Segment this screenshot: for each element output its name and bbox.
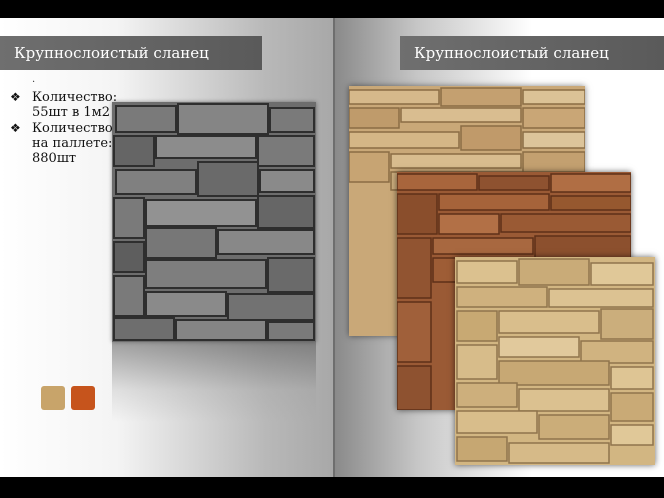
gray-slate-tile-image [112,102,316,342]
quantity-per-m2-text: Количество: 55шт в 1м2 [32,90,118,120]
stray-dot: . [32,74,36,85]
specs-list: ❖ Количество: 55шт в 1м2 ❖ Количество на… [10,90,122,167]
list-item: ❖ Количество: 55шт в 1м2 [10,90,122,120]
color-swatch-sand [41,386,65,410]
left-title-bar: Крупнослоистый сланец [0,36,262,70]
top-black-bar [0,0,664,18]
diamond-bullet-icon: ❖ [10,121,21,135]
bottom-black-bar [0,477,664,498]
beige-slate-tile-image [455,257,655,465]
quantity-per-pallet-text: Количество на паллете: 880шт [32,121,113,166]
list-item: ❖ Количество на паллете: 880шт [10,121,122,166]
right-title-bar: Крупнослоистый сланец [400,36,664,70]
color-swatch-rust [71,386,95,410]
tile-reflection [112,342,316,422]
diamond-bullet-icon: ❖ [10,90,21,104]
